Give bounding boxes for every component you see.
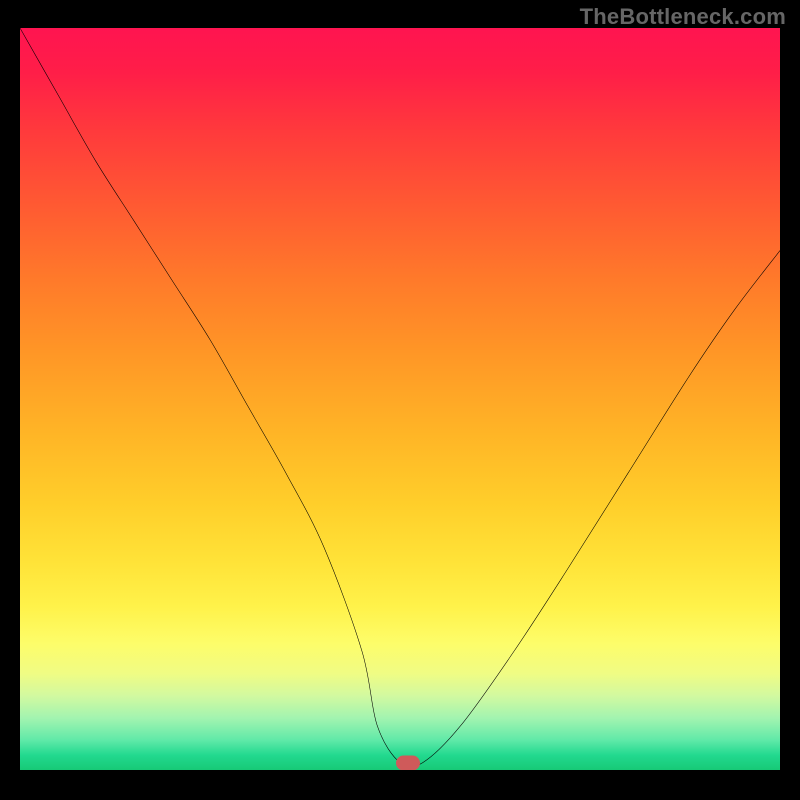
plot-area [20, 28, 780, 770]
curve-svg [20, 28, 780, 770]
bottleneck-curve-path [20, 28, 780, 767]
watermark-text: TheBottleneck.com [580, 4, 786, 30]
chart-frame: TheBottleneck.com [0, 0, 800, 800]
optimum-marker [396, 755, 420, 770]
